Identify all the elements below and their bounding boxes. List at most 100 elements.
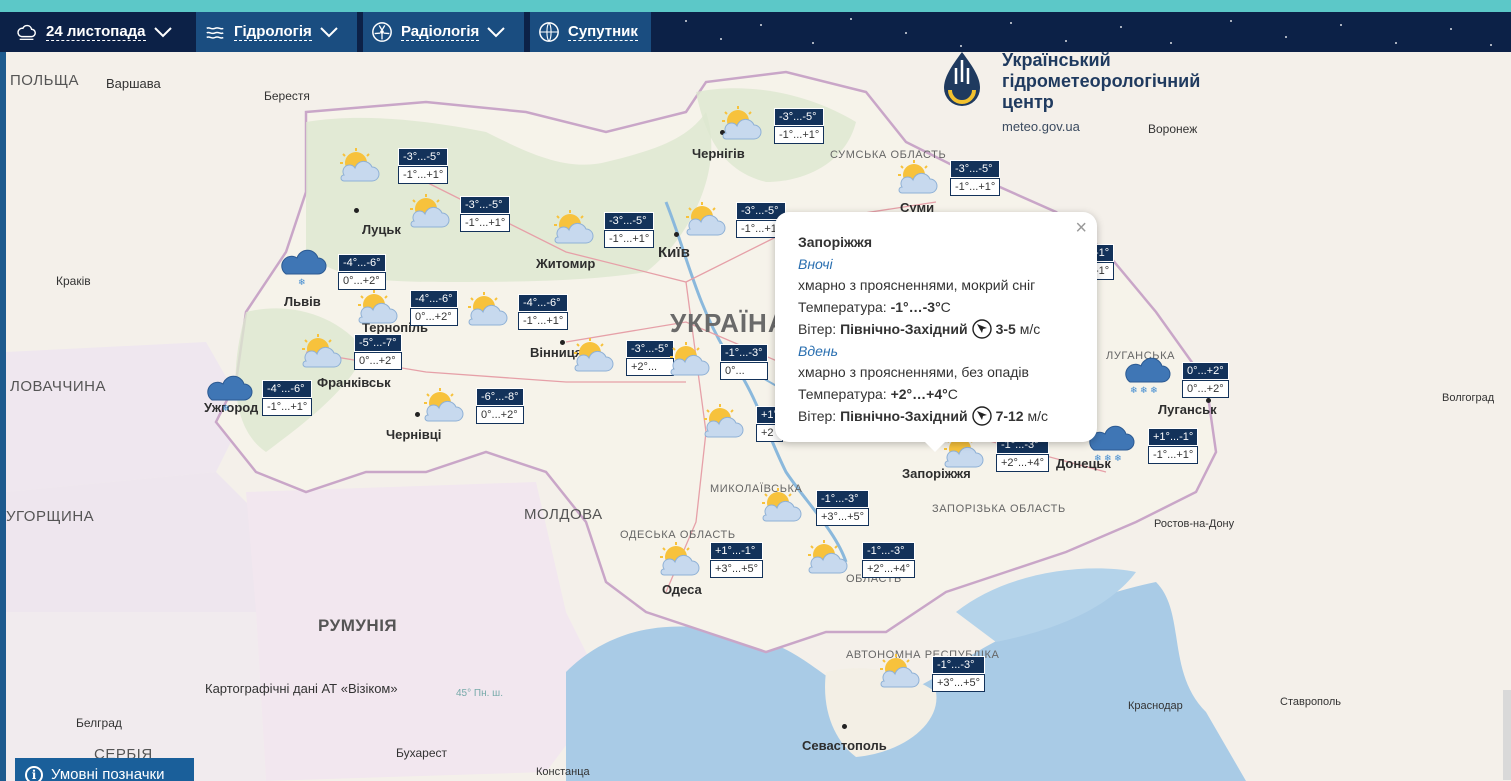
close-icon[interactable]: × <box>1075 217 1087 240</box>
svg-text:❄ ❄ ❄: ❄ ❄ ❄ <box>1094 453 1122 462</box>
ugmc-logo[interactable]: Український гідрометеорологічний центр m… <box>940 50 1200 137</box>
globe-icon <box>539 22 559 42</box>
city-label: Франківськ <box>317 375 391 390</box>
city-label: Луцьк <box>362 222 401 237</box>
temperature-badge[interactable]: -1°...-3° +3°...+5° <box>932 656 986 692</box>
hydrology-label: Гідрологія <box>234 23 312 41</box>
temperature-badge[interactable]: -3°...-5° -1°...+1° <box>774 108 825 144</box>
city-label: Чернігів <box>692 146 745 161</box>
temperature-badge[interactable]: 0°...+2° 0°...+2° <box>1182 362 1229 398</box>
region-label: ОДЕСЬКА ОБЛАСТЬ <box>620 529 736 541</box>
popup-night-description: хмарно з проясненнями, мокрий сніг <box>798 277 1036 294</box>
snow-cloud-icon[interactable]: ❄ ❄ ❄ <box>1122 356 1172 395</box>
temperature-badge[interactable]: -3°...-5° -1°...+1° <box>398 148 449 184</box>
city-label: Краків <box>56 274 91 288</box>
top-accent-strip <box>0 0 1511 12</box>
city-dot <box>674 232 679 237</box>
temperature-badge[interactable]: -6°...-8° 0°...+2° <box>476 388 524 424</box>
logo-url: meteo.gov.ua <box>1002 119 1080 134</box>
partly-cloudy-sun-icon[interactable] <box>352 290 402 328</box>
satellite-menu[interactable]: Супутник <box>530 12 651 52</box>
temperature-badge[interactable]: -5°...-7° 0°...+2° <box>354 334 402 370</box>
temperature-badge[interactable]: -3°...-5° -1°...+1° <box>604 212 655 248</box>
partly-cloudy-sun-icon[interactable] <box>334 148 384 186</box>
popup-night-wind: Вітер: Північно-Західний 3-5 м/с <box>798 319 1041 339</box>
popup-night-heading: Вночі <box>798 255 833 272</box>
partly-cloudy-sun-icon[interactable] <box>404 194 454 232</box>
weather-map[interactable]: ПОЛЬЩА ЛОВАЧЧИНА УГОРЩИНА МОЛДОВА РУМУНІ… <box>6 52 1511 781</box>
date-selector[interactable]: 24 листопада <box>8 12 190 52</box>
city-label: Краснодар <box>1128 700 1183 712</box>
forecast-popup: × Запоріжжя Вночі хмарно з проясненнями,… <box>775 212 1097 452</box>
popup-day-temperature: Температура: +2°…+4°С <box>798 385 958 402</box>
svg-text:❄: ❄ <box>298 277 306 286</box>
city-label: Бухарест <box>396 746 447 760</box>
city-label: Львів <box>284 294 321 309</box>
legend-button[interactable]: i Умовні позначки <box>15 758 194 781</box>
partly-cloudy-sun-icon[interactable] <box>654 542 704 580</box>
radiology-menu[interactable]: Радіологія <box>363 12 524 52</box>
city-dot <box>842 724 847 729</box>
popup-city-title: Запоріжжя <box>798 234 873 250</box>
city-label: Белград <box>76 716 122 730</box>
temperature-badge[interactable]: -3°...-5° -1°...+1° <box>460 196 511 232</box>
temperature-badge[interactable]: -1°...-3° +3°...+5° <box>816 490 870 526</box>
logo-line1: Український <box>1002 50 1111 70</box>
city-dot <box>560 340 565 345</box>
chevron-down-icon <box>153 27 172 38</box>
temperature-badge[interactable]: -4°...-6° 0°...+2° <box>410 290 458 326</box>
logo-line3: центр <box>1002 92 1054 112</box>
temperature-badge[interactable]: +1°...-1° +3°...+5° <box>710 542 764 578</box>
temperature-badge[interactable]: -1°...-3° +2°...+4° <box>862 542 916 578</box>
chevron-down-icon <box>487 27 506 38</box>
country-label: ПОЛЬЩА <box>10 72 80 89</box>
city-label: Київ <box>658 244 690 261</box>
legend-button-label: Умовні позначки <box>51 766 165 781</box>
partly-cloudy-sun-icon[interactable] <box>418 388 468 426</box>
partly-cloudy-sun-icon[interactable] <box>874 654 924 692</box>
country-label: ЛОВАЧЧИНА <box>10 378 106 395</box>
country-label: РУМУНІЯ <box>318 616 398 635</box>
wind-direction-icon <box>971 405 992 426</box>
partly-cloudy-sun-icon[interactable] <box>716 106 766 144</box>
popup-day-wind: Вітер: Північно-Західний 7-12 м/с <box>798 405 1048 426</box>
temperature-badge[interactable]: -4°...-6° -1°...+1° <box>518 294 569 330</box>
scrollbar[interactable] <box>1503 690 1511 780</box>
hydrology-menu[interactable]: Гідрологія <box>196 12 357 52</box>
partly-cloudy-sun-icon[interactable] <box>698 404 748 442</box>
city-label: Житомир <box>536 256 596 271</box>
city-dot <box>1206 398 1211 403</box>
latitude-label: 45° Пн. ш. <box>456 688 503 699</box>
partly-cloudy-sun-icon[interactable] <box>802 540 852 578</box>
satellite-label: Супутник <box>568 23 638 41</box>
snow-cloud-icon[interactable]: ❄ <box>204 374 254 413</box>
svg-text:❄: ❄ <box>222 403 230 412</box>
snow-cloud-icon[interactable]: ❄ <box>278 248 328 287</box>
top-navigation-bar: 24 листопада Гідрологія Радіологія Супут… <box>0 12 1511 52</box>
country-label-ukraine: УКРАЇНА <box>670 308 788 338</box>
city-label: Констанца <box>536 766 590 778</box>
partly-cloudy-sun-icon[interactable] <box>296 334 346 372</box>
city-label: Одеса <box>662 582 702 597</box>
city-label: Ростов-на-Дону <box>1154 518 1235 530</box>
partly-cloudy-sun-icon[interactable] <box>664 342 714 380</box>
city-label: Севастополь <box>802 738 887 753</box>
partly-cloudy-sun-icon[interactable] <box>548 210 598 248</box>
temperature-badge[interactable]: -3°...-5° -1°...+1° <box>950 160 1001 196</box>
temperature-badge[interactable]: +1°...-1° -1°...+1° <box>1148 428 1199 464</box>
city-label: Ставрополь <box>1280 696 1342 708</box>
partly-cloudy-sun-icon[interactable] <box>756 488 806 526</box>
logo-line2: гідрометеорологічний <box>1002 71 1201 91</box>
radiology-label: Радіологія <box>401 23 480 41</box>
popup-night-temperature: Температура: -1°…-3°С <box>798 299 951 316</box>
temperature-badge[interactable]: -4°...-6° -1°...+1° <box>262 380 313 416</box>
svg-text:❄ ❄ ❄: ❄ ❄ ❄ <box>1130 385 1158 394</box>
partly-cloudy-sun-icon[interactable] <box>568 338 618 376</box>
temperature-badge[interactable]: -4°...-6° 0°...+2° <box>338 254 386 290</box>
partly-cloudy-sun-icon[interactable] <box>680 202 730 240</box>
chevron-down-icon <box>320 27 338 38</box>
water-drop-logo-icon <box>944 52 980 106</box>
partly-cloudy-sun-icon[interactable] <box>462 292 512 330</box>
temperature-badge[interactable]: -1°...-3° 0°... <box>720 344 768 380</box>
partly-cloudy-sun-icon[interactable] <box>892 160 942 198</box>
